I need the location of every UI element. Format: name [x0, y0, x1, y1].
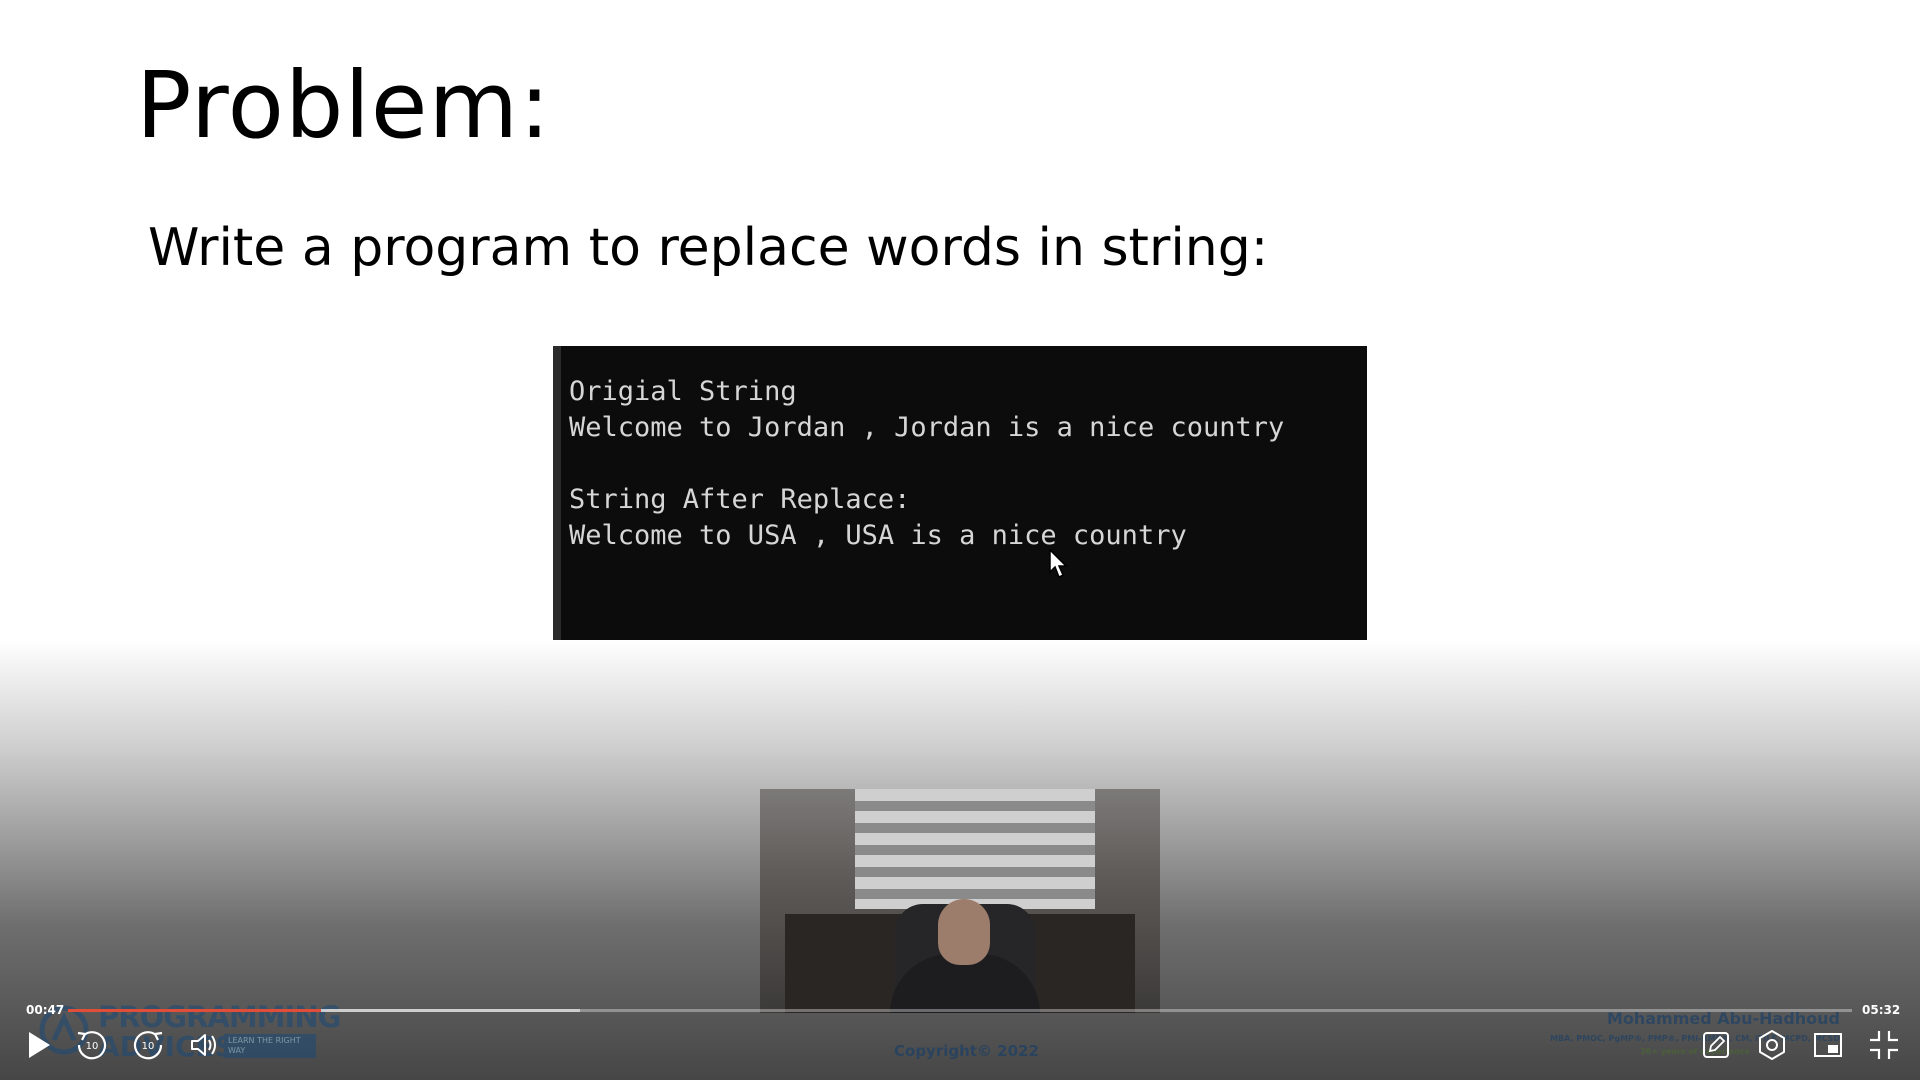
console-line: Welcome to USA , USA is a nice country: [569, 520, 1187, 551]
instructor-webcam-video: [760, 789, 1160, 1013]
settings-icon: [1759, 1030, 1785, 1060]
console-line: Welcome to Jordan , Jordan is a nice cou…: [569, 412, 1285, 443]
exit-fullscreen-button[interactable]: [1864, 1025, 1904, 1065]
volume-button[interactable]: [184, 1025, 224, 1065]
total-duration: 05:32: [1862, 1003, 1901, 1017]
play-button[interactable]: [18, 1025, 58, 1065]
play-icon: [29, 1032, 50, 1058]
seek-bar-played: [68, 1009, 321, 1012]
instructor-head: [938, 899, 990, 965]
rewind-10-button[interactable]: 10: [72, 1025, 112, 1065]
rewind-seconds-label: 10: [86, 1041, 99, 1052]
slide-subtitle: Write a program to replace words in stri…: [148, 218, 1269, 278]
volume-icon: [191, 1034, 216, 1056]
notes-button[interactable]: [1696, 1025, 1736, 1065]
forward-seconds-label: 10: [142, 1041, 155, 1052]
slide-title: Problem:: [136, 52, 552, 159]
console-line: Origial String: [569, 376, 797, 407]
rewind-10-icon: 10: [77, 1031, 107, 1060]
console-output-screenshot: Origial String Welcome to Jordan , Jorda…: [553, 346, 1367, 644]
mouse-cursor-icon: [1049, 549, 1068, 579]
forward-10-button[interactable]: 10: [128, 1025, 168, 1065]
lecture-slide: Problem: Write a program to replace word…: [0, 0, 1920, 1080]
seek-bar[interactable]: [68, 1009, 1852, 1012]
forward-10-icon: 10: [133, 1031, 163, 1060]
exit-fullscreen-icon: [1870, 1031, 1898, 1059]
picture-in-picture-button[interactable]: [1808, 1025, 1848, 1065]
copyright-text: Copyright© 2022: [894, 1042, 1039, 1060]
settings-button[interactable]: [1752, 1025, 1792, 1065]
console-line: String After Replace:: [569, 484, 911, 515]
logo-tagline: LEARN THE RIGHT WAY: [224, 1034, 316, 1058]
pencil-icon: [1703, 1032, 1729, 1058]
current-time: 00:47: [26, 1003, 65, 1017]
picture-in-picture-icon: [1814, 1033, 1842, 1057]
window-blinds: [855, 789, 1095, 909]
